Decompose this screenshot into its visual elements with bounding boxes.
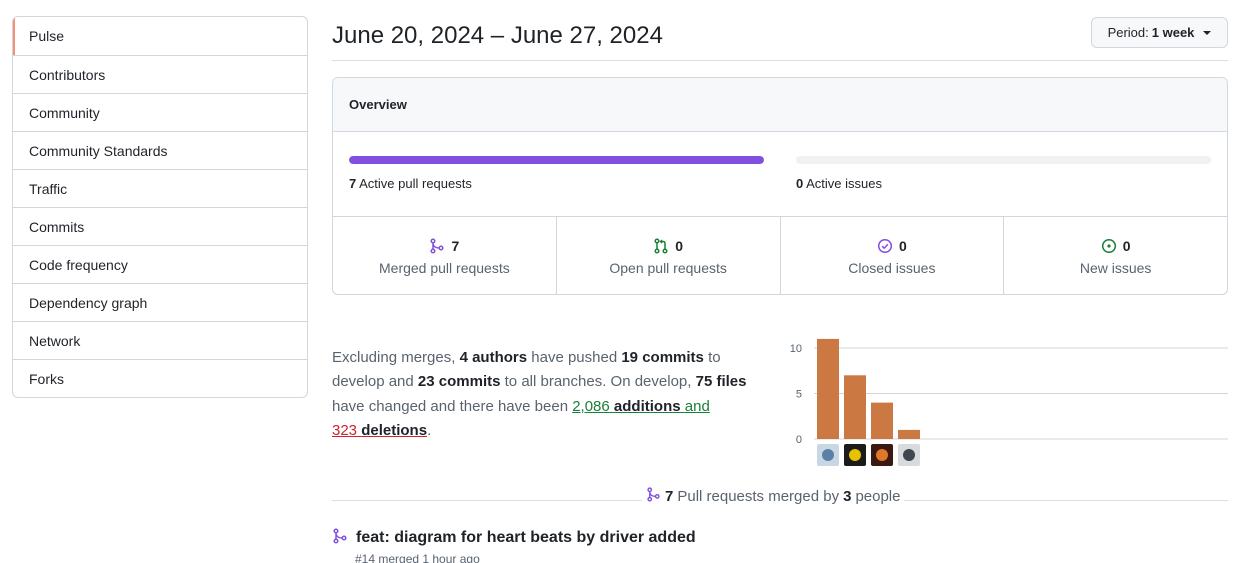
merged-pull-requests-count: 7	[451, 238, 460, 254]
sidebar-item-label: Community	[29, 105, 100, 121]
additions-label: additions	[613, 397, 681, 415]
header-divider	[332, 60, 1228, 61]
merged-people-label: people	[855, 488, 901, 505]
caret-down-icon	[1203, 30, 1212, 35]
chart-bar	[898, 429, 920, 439]
pull-requests-progress-bar[interactable]	[349, 156, 764, 164]
deletions-label: deletions	[361, 421, 428, 439]
summary-text: to all branches. On develop,	[504, 373, 692, 391]
chart-y-tick-label: 0	[796, 434, 802, 446]
new-issues-stat[interactable]: 0 New issues	[1003, 217, 1227, 294]
active-pull-requests-link[interactable]: 7 Active pull requests	[349, 176, 472, 191]
period-prefix: Period:	[1107, 25, 1149, 40]
pull-request-item: feat: diagram for heart beats by driver …	[332, 528, 696, 547]
overview-stats-row: 7 Merged pull requests 0 Open pull reque…	[333, 217, 1227, 294]
merged-pull-requests-label: Merged pull requests	[379, 260, 510, 276]
summary-text: Excluding merges,	[332, 349, 456, 366]
deletions-link[interactable]: 323 deletions	[332, 422, 427, 439]
chart-bar	[817, 338, 839, 439]
sidebar-item-community-standards[interactable]: Community Standards	[13, 131, 307, 169]
sidebar-item-label: Forks	[29, 371, 64, 387]
open-pull-requests-stat[interactable]: 0 Open pull requests	[555, 217, 780, 294]
chart-y-tick-label: 10	[790, 343, 802, 355]
sidebar-item-forks[interactable]: Forks	[13, 359, 307, 397]
sidebar-item-label: Code frequency	[29, 257, 128, 273]
merged-pull-requests-summary: 7 Pull requests merged by 3 people	[642, 487, 905, 506]
sidebar-item-contributors[interactable]: Contributors	[13, 55, 307, 93]
git-pull-request-icon	[653, 238, 669, 254]
sidebar-item-label: Commits	[29, 219, 85, 235]
sidebar-item-network[interactable]: Network	[13, 321, 307, 359]
chart-bar	[844, 375, 866, 439]
chart-bar	[871, 402, 893, 439]
additions-count: 2,086	[572, 397, 610, 415]
new-issues-count: 0	[1122, 238, 1131, 254]
merged-pull-requests-stat[interactable]: 7 Merged pull requests	[333, 217, 556, 294]
active-issues-count: 0	[796, 176, 804, 191]
sidebar-item-label: Network	[29, 333, 81, 349]
pull-request-title-link[interactable]: feat: diagram for heart beats by driver …	[356, 529, 696, 547]
overview-heading: Overview	[333, 78, 1227, 132]
sidebar-item-dependency-graph[interactable]: Dependency graph	[13, 283, 307, 321]
contributor-avatar-figure	[822, 449, 834, 461]
merged-text: Pull requests merged by	[677, 488, 840, 505]
sidebar-item-label: Community Standards	[29, 143, 168, 159]
active-pull-requests-label: Active pull requests	[359, 176, 472, 191]
issues-progress-bar[interactable]	[796, 156, 1211, 164]
period-dropdown-button[interactable]: Period: 1 week	[1091, 17, 1228, 48]
open-pull-requests-label: Open pull requests	[609, 260, 727, 276]
open-pull-requests-count: 0	[675, 238, 684, 254]
contributor-avatar-figure	[903, 449, 915, 461]
merged-people-count: 3	[843, 488, 852, 505]
active-pull-requests-count: 7	[349, 176, 357, 191]
overview-progress-row: 7 Active pull requests 0 Active issues	[333, 132, 1227, 217]
contributor-avatar-figure	[876, 449, 888, 461]
sidebar-item-code-frequency[interactable]: Code frequency	[13, 245, 307, 283]
sidebar-item-label: Dependency graph	[29, 295, 148, 311]
summary-text: have pushed	[531, 349, 618, 366]
merged-count: 7	[665, 488, 674, 505]
git-merge-icon	[332, 528, 348, 547]
closed-issues-label: Closed issues	[848, 260, 936, 276]
sidebar-item-commits[interactable]: Commits	[13, 207, 307, 245]
sidebar-item-community[interactable]: Community	[13, 93, 307, 131]
insights-sidebar: Pulse Contributors Community Community S…	[12, 16, 308, 398]
git-merge-icon	[429, 238, 445, 254]
issue-closed-icon	[877, 238, 893, 254]
authors-count: 4 authors	[459, 349, 528, 366]
closed-issues-stat[interactable]: 0 Closed issues	[779, 217, 1004, 294]
active-issues-label: Active issues	[806, 176, 883, 191]
new-issues-label: New issues	[1079, 260, 1152, 276]
contributors-commit-chart: 10 5 0	[790, 338, 1228, 466]
issue-opened-icon	[1101, 238, 1117, 254]
pull-requests-progress-fill	[349, 156, 764, 164]
all-commits-count: 23 commits	[417, 373, 501, 391]
closed-issues-count: 0	[898, 238, 907, 254]
chart-y-tick-label: 5	[796, 389, 802, 401]
sidebar-item-label: Traffic	[29, 181, 68, 197]
additions-link[interactable]: 2,086 additions and	[572, 398, 710, 415]
period-value: 1 week	[1151, 25, 1195, 40]
pull-request-meta: #14 merged 1 hour ago	[355, 552, 480, 563]
sidebar-item-traffic[interactable]: Traffic	[13, 169, 307, 207]
sidebar-item-pulse[interactable]: Pulse	[13, 17, 307, 55]
summary-text: and	[684, 397, 710, 415]
develop-commits-count: 19 commits	[621, 349, 704, 366]
commit-summary: Excluding merges, 4 authors have pushed …	[332, 346, 772, 443]
contributor-avatar-figure	[849, 449, 861, 461]
git-merge-icon	[646, 487, 661, 506]
active-issues-link[interactable]: 0 Active issues	[796, 176, 882, 191]
files-changed-count: 75 files	[695, 373, 747, 391]
summary-text: have changed and there have been	[332, 397, 569, 415]
sidebar-item-label: Pulse	[29, 28, 65, 44]
deletions-count: 323	[332, 421, 358, 439]
overview-box: Overview 7 Active pull requests 0 Active…	[332, 77, 1228, 295]
sidebar-item-label: Contributors	[29, 67, 106, 83]
summary-text: .	[427, 421, 432, 439]
page-title: June 20, 2024 – June 27, 2024	[332, 22, 663, 49]
